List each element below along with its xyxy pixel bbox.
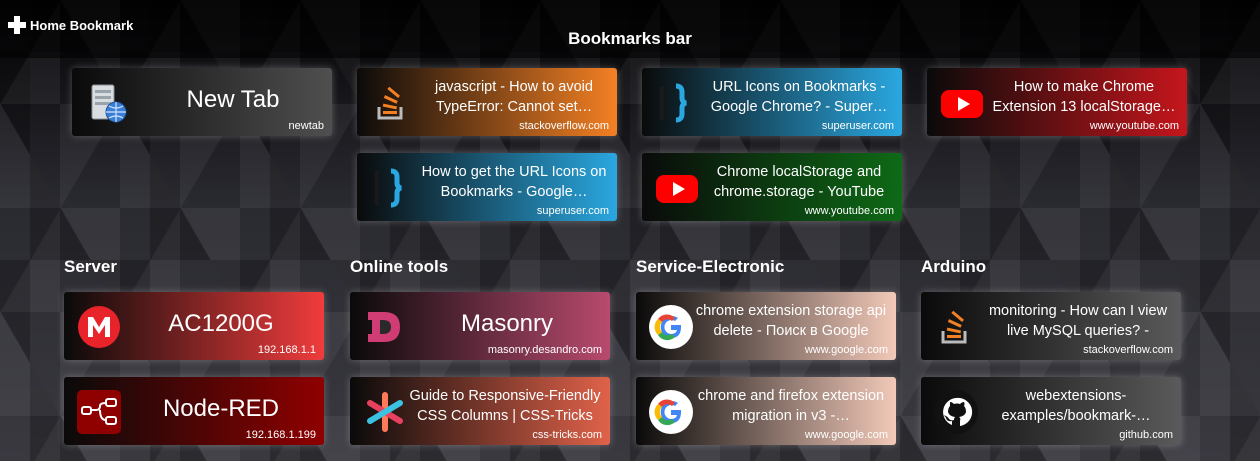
bookmark-domain: stackoverflow.com xyxy=(1083,344,1173,356)
bookmark-tile-github[interactable]: webextensions-examples/bookmark-… github… xyxy=(921,377,1181,445)
bookmark-domain: superuser.com xyxy=(821,120,894,132)
bookmark-domain: www.youtube.com xyxy=(1089,120,1179,132)
bookmark-domain: css-tricks.com xyxy=(532,429,602,441)
bookmark-tile-stackoverflow[interactable]: javascript - How to avoid TypeError: Can… xyxy=(357,68,617,136)
bookmark-domain: stackoverflow.com xyxy=(519,120,609,132)
bookmark-domain: github.com xyxy=(1119,429,1173,441)
bookmark-tile-masonry[interactable]: Masonry masonry.desandro.com xyxy=(350,292,610,360)
bookmark-tile-google-1[interactable]: chrome extension storage api delete - По… xyxy=(636,292,896,360)
bookmark-title: Chrome localStorage and chrome.storage -… xyxy=(713,164,885,200)
bookmark-title: AC1200G xyxy=(168,310,274,337)
bookmark-domain: 192.168.1.1 xyxy=(257,344,316,356)
google-icon xyxy=(649,390,693,434)
nodered-icon xyxy=(77,390,121,434)
bookmark-domain: www.youtube.com xyxy=(804,205,894,217)
bookmark-domain: www.google.com xyxy=(804,344,888,356)
youtube-icon xyxy=(941,90,983,118)
stackoverflow-icon xyxy=(941,310,967,344)
bookmark-tile-csstricks[interactable]: Guide to Responsive-Friendly CSS Columns… xyxy=(350,377,610,445)
section-title-service-electronic: Service-Electronic xyxy=(636,257,785,276)
bookmark-title: Node-RED xyxy=(162,395,280,422)
stackoverflow-icon xyxy=(377,86,403,120)
google-icon xyxy=(649,305,693,349)
github-icon xyxy=(934,390,978,434)
bookmark-tile-newtab[interactable]: New Tab newtab xyxy=(72,68,332,136)
bookmark-title: URL Icons on Bookmarks - Google Chrome? … xyxy=(710,79,888,115)
bookmark-tile-youtube[interactable]: How to make Chrome Extension 13 localSto… xyxy=(927,68,1187,136)
bookmark-title: Guide to Responsive-Friendly CSS Columns… xyxy=(409,388,601,424)
bookmark-tile-stackoverflow-2[interactable]: monitoring - How can I view live MySQL q… xyxy=(921,292,1181,360)
csstricks-asterisk-icon xyxy=(367,392,403,432)
youtube-icon xyxy=(656,175,698,203)
bookmark-tile-youtube-2[interactable]: Chrome localStorage and chrome.storage -… xyxy=(642,153,902,221)
bookmark-tile-superuser[interactable]: URL Icons on Bookmarks - Google Chrome? … xyxy=(642,68,902,136)
bookmark-tile-google-2[interactable]: chrome and firefox extension migration i… xyxy=(636,377,896,445)
superuser-icon xyxy=(375,168,402,208)
bookmark-domain: www.google.com xyxy=(804,429,888,441)
bookmark-tile-superuser-2[interactable]: How to get the URL Icons on Bookmarks - … xyxy=(357,153,617,221)
bookmark-title: New Tab xyxy=(186,86,280,113)
bookmark-title: How to get the URL Icons on Bookmarks - … xyxy=(421,164,607,200)
bookmarks-bar-title: Bookmarks bar xyxy=(568,29,692,48)
bookmark-title: monitoring - How can I view live MySQL q… xyxy=(988,303,1168,339)
bookmark-title: chrome and firefox extension migration i… xyxy=(697,388,885,424)
superuser-icon xyxy=(660,83,687,123)
section-title-arduino: Arduino xyxy=(921,257,987,276)
masonry-icon xyxy=(368,312,400,342)
bookmark-domain: superuser.com xyxy=(536,205,609,217)
bookmark-tile-ac1200g[interactable]: AC1200G 192.168.1.1 xyxy=(64,292,324,360)
bookmark-title: webextensions-examples/bookmark-… xyxy=(1001,388,1151,424)
bookmark-tile-nodered[interactable]: Node-RED 192.168.1.199 xyxy=(64,377,324,445)
section-title-online-tools: Online tools xyxy=(350,257,449,276)
bookmark-domain: newtab xyxy=(288,120,324,132)
bookmark-title: chrome extension storage api delete - По… xyxy=(695,303,887,339)
section-title-server: Server xyxy=(64,257,117,276)
bookmark-domain: masonry.desandro.com xyxy=(487,344,602,356)
bookmark-title: javascript - How to avoid TypeError: Can… xyxy=(435,79,593,115)
bookmark-title: How to make Chrome Extension 13 localSto… xyxy=(992,79,1176,115)
router-logo-icon xyxy=(78,306,120,348)
server-globe-icon xyxy=(91,84,127,123)
bookmark-title: Masonry xyxy=(460,310,554,337)
bookmark-domain: 192.168.1.199 xyxy=(245,429,316,441)
